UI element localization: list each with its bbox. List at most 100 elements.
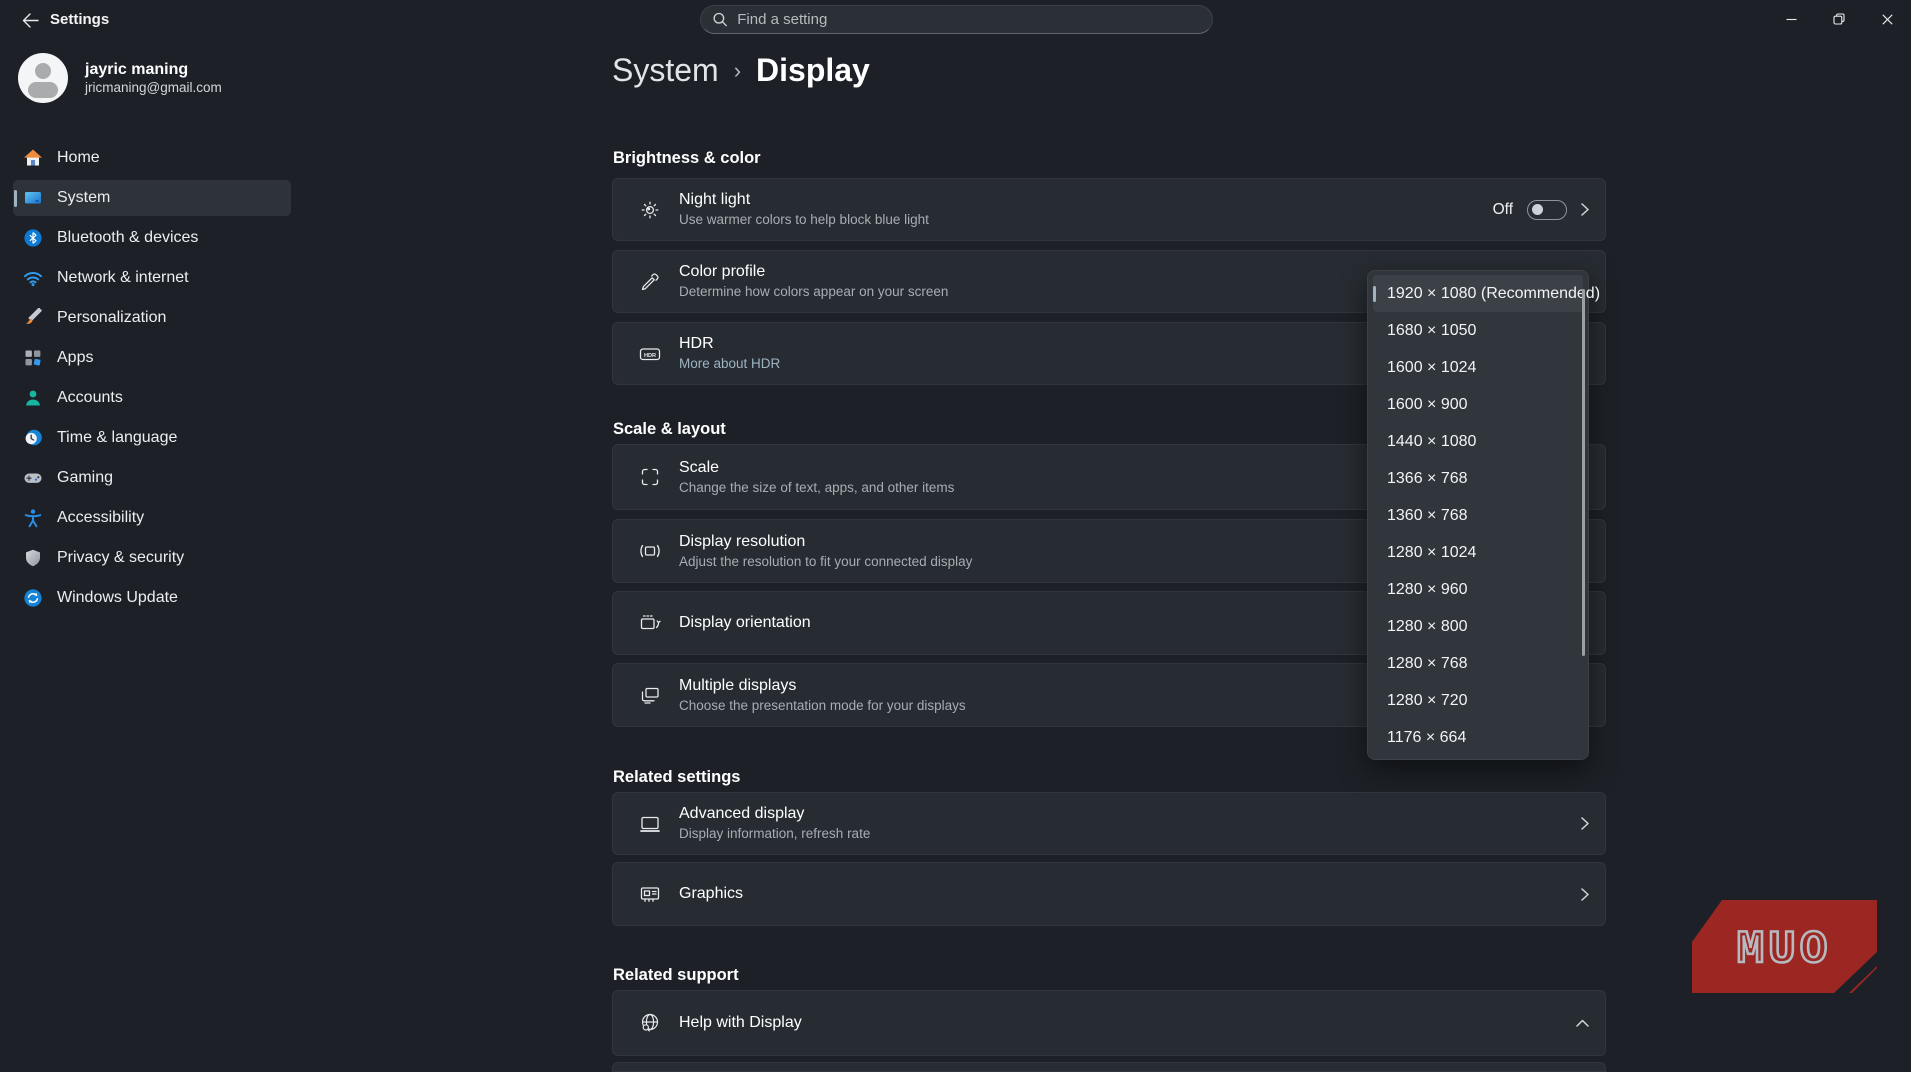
resolution-option[interactable]: 1280 × 720 bbox=[1373, 682, 1583, 719]
breadcrumb-system[interactable]: System bbox=[612, 52, 719, 89]
muo-watermark: MUO bbox=[1692, 900, 1877, 993]
advanced-display-icon bbox=[638, 812, 662, 836]
advanced-display-row[interactable]: Advanced display Display information, re… bbox=[612, 792, 1606, 855]
resolution-option[interactable]: 1176 × 664 bbox=[1373, 719, 1583, 756]
restore-icon bbox=[1833, 13, 1845, 25]
setting-subtitle: Change the size of text, apps, and other… bbox=[679, 479, 954, 497]
sidebar-item-time-language[interactable]: Time & language bbox=[13, 420, 291, 456]
sidebar-item-apps[interactable]: Apps bbox=[13, 340, 291, 376]
night-light-toggle[interactable] bbox=[1527, 200, 1567, 220]
night-light-row[interactable]: Night light Use warmer colors to help bl… bbox=[612, 178, 1606, 241]
help-with-display-row[interactable]: Help with Display bbox=[612, 990, 1606, 1056]
section-brightness-color: Brightness & color bbox=[613, 149, 761, 168]
sidebar-item-label: Apps bbox=[57, 349, 93, 367]
app-title: Settings bbox=[50, 11, 109, 28]
resolution-option[interactable]: 1440 × 1080 bbox=[1373, 423, 1583, 460]
sidebar-item-network-internet[interactable]: Network & internet bbox=[13, 260, 291, 296]
sidebar-item-personalization[interactable]: Personalization bbox=[13, 300, 291, 336]
back-arrow-icon bbox=[22, 13, 39, 28]
close-button[interactable] bbox=[1863, 0, 1911, 38]
chevron-right-icon bbox=[1581, 203, 1589, 216]
resolution-option[interactable]: 1280 × 800 bbox=[1373, 608, 1583, 645]
setting-title: Display orientation bbox=[679, 613, 811, 633]
multiple-displays-icon bbox=[638, 683, 662, 707]
color-profile-icon bbox=[638, 270, 662, 294]
user-email: jricmaning@gmail.com bbox=[85, 79, 222, 96]
sidebar-item-label: Privacy & security bbox=[57, 549, 184, 567]
sidebar-item-label: Bluetooth & devices bbox=[57, 229, 198, 247]
hdr-icon: HDR bbox=[638, 342, 662, 366]
sidebar: jayric maning jricmaning@gmail.com Home … bbox=[0, 38, 296, 1029]
paintbrush-icon bbox=[23, 308, 43, 328]
sidebar-item-label: Time & language bbox=[57, 429, 177, 447]
sidebar-item-label: Gaming bbox=[57, 469, 113, 487]
setting-subtitle: Display information, refresh rate bbox=[679, 825, 870, 843]
resolution-option[interactable]: 1280 × 1024 bbox=[1373, 534, 1583, 571]
selected-indicator bbox=[14, 190, 17, 207]
home-icon bbox=[23, 148, 43, 168]
setting-title: HDR bbox=[679, 334, 780, 354]
window-controls bbox=[1767, 0, 1911, 38]
setting-subtitle: Determine how colors appear on your scre… bbox=[679, 283, 948, 301]
resolution-dropdown: 1920 × 1080 (Recommended) 1680 × 1050 16… bbox=[1367, 270, 1589, 760]
globe-search-icon bbox=[638, 1011, 662, 1035]
search-box[interactable] bbox=[700, 5, 1213, 34]
dropdown-scrollbar[interactable] bbox=[1582, 289, 1585, 656]
setting-title: Advanced display bbox=[679, 804, 870, 824]
setting-title: Color profile bbox=[679, 262, 948, 282]
resolution-option[interactable]: 1280 × 960 bbox=[1373, 571, 1583, 608]
resolution-option[interactable]: 1600 × 900 bbox=[1373, 386, 1583, 423]
svg-text:HDR: HDR bbox=[644, 352, 656, 358]
sidebar-item-home[interactable]: Home bbox=[13, 140, 291, 176]
sidebar-item-gaming[interactable]: Gaming bbox=[13, 460, 291, 496]
sidebar-item-windows-update[interactable]: Windows Update bbox=[13, 580, 291, 616]
toggle-state-label: Off bbox=[1493, 201, 1513, 219]
accessibility-icon bbox=[23, 508, 43, 528]
person-icon bbox=[23, 388, 43, 408]
close-icon bbox=[1882, 14, 1893, 25]
resolution-option[interactable]: 1360 × 768 bbox=[1373, 497, 1583, 534]
user-profile[interactable]: jayric maning jricmaning@gmail.com bbox=[18, 53, 222, 103]
more-about-hdr-link[interactable]: More about HDR bbox=[679, 355, 780, 373]
graphics-row[interactable]: Graphics bbox=[612, 862, 1606, 926]
sidebar-item-privacy-security[interactable]: Privacy & security bbox=[13, 540, 291, 576]
breadcrumb-separator: › bbox=[734, 58, 741, 84]
page-title: Display bbox=[756, 52, 870, 89]
search-icon bbox=[713, 12, 727, 27]
setting-subtitle: Use warmer colors to help block blue lig… bbox=[679, 211, 929, 229]
setting-subtitle: Adjust the resolution to fit your connec… bbox=[679, 553, 972, 571]
chevron-right-icon bbox=[1581, 888, 1589, 901]
sidebar-item-accessibility[interactable]: Accessibility bbox=[13, 500, 291, 536]
resolution-option[interactable]: 1366 × 768 bbox=[1373, 460, 1583, 497]
minimize-icon bbox=[1786, 14, 1797, 25]
minimize-button[interactable] bbox=[1767, 0, 1815, 38]
display-resolution-icon bbox=[638, 539, 662, 563]
sidebar-item-label: Personalization bbox=[57, 309, 166, 327]
sidebar-item-label: Home bbox=[57, 149, 100, 167]
resolution-option[interactable]: 1280 × 768 bbox=[1373, 645, 1583, 682]
sidebar-item-label: System bbox=[57, 189, 110, 207]
shield-icon bbox=[23, 548, 43, 568]
chevron-right-icon bbox=[1581, 817, 1589, 830]
muo-watermark-text: MUO bbox=[1737, 924, 1832, 976]
partial-row bbox=[612, 1062, 1606, 1072]
chevron-up-icon bbox=[1576, 1019, 1589, 1027]
sidebar-item-label: Accessibility bbox=[57, 509, 144, 527]
sidebar-item-bluetooth-devices[interactable]: Bluetooth & devices bbox=[13, 220, 291, 256]
setting-title: Scale bbox=[679, 458, 954, 478]
back-button[interactable] bbox=[14, 9, 46, 31]
maximize-button[interactable] bbox=[1815, 0, 1863, 38]
resolution-option[interactable]: 1600 × 1024 bbox=[1373, 349, 1583, 386]
sidebar-item-system[interactable]: System bbox=[13, 180, 291, 216]
resolution-option[interactable]: 1680 × 1050 bbox=[1373, 312, 1583, 349]
setting-title: Graphics bbox=[679, 884, 743, 904]
system-icon bbox=[23, 188, 43, 208]
sidebar-item-accounts[interactable]: Accounts bbox=[13, 380, 291, 416]
search-input[interactable] bbox=[737, 11, 1200, 28]
section-scale-layout: Scale & layout bbox=[613, 420, 726, 439]
graphics-icon bbox=[638, 882, 662, 906]
gamepad-icon bbox=[23, 468, 43, 488]
resolution-option-selected[interactable]: 1920 × 1080 (Recommended) bbox=[1373, 275, 1583, 312]
night-light-icon bbox=[638, 198, 662, 222]
toggle-knob bbox=[1532, 204, 1543, 215]
